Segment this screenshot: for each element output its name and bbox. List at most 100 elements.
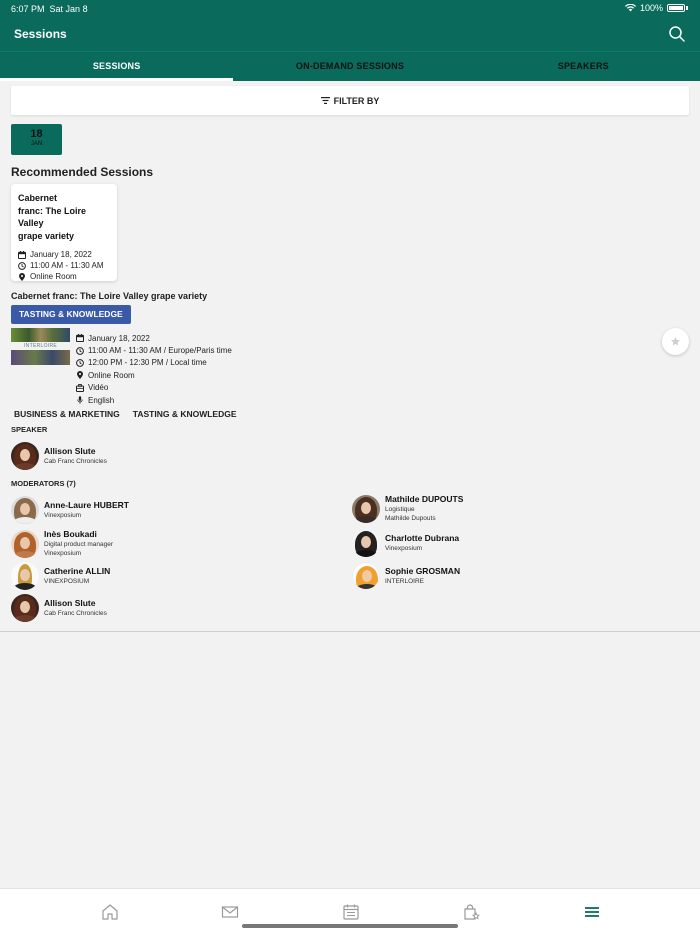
person-line1: Vinexposium — [44, 512, 82, 519]
session-location-text: Online Room — [88, 370, 135, 380]
status-date: Sat Jan 8 — [49, 4, 88, 14]
page-title: Sessions — [14, 27, 67, 41]
session-details: January 18, 2022 11:00 AM - 11:30 AM / E… — [76, 332, 232, 406]
recommended-session-card[interactable]: Cabernet franc: The Loire Valley grape v… — [11, 184, 117, 281]
app-header: Sessions — [0, 18, 700, 51]
moderator-ines-boukadi[interactable]: Inès Boukadi Digital product manager Vin… — [11, 529, 113, 558]
calendar-icon — [76, 334, 84, 343]
track-badge[interactable]: TASTING & KNOWLEDGE — [11, 305, 131, 324]
star-icon — [670, 336, 681, 346]
person-line2: Mathilde Dupouts — [385, 515, 436, 522]
person-line1: Cab Franc Chronicles — [44, 610, 107, 617]
briefcase-icon — [76, 383, 84, 392]
avatar — [11, 529, 39, 558]
clock-icon — [76, 359, 84, 367]
microphone-icon — [77, 396, 83, 404]
tab-sessions[interactable]: SESSIONS — [0, 52, 234, 81]
person-info: Allison Slute Cab Franc Chronicles — [44, 446, 107, 466]
tab-bar: SESSIONS ON-DEMAND SESSIONS SPEAKERS — [0, 51, 700, 81]
filter-by-button[interactable]: FILTER BY — [11, 86, 689, 115]
status-clock: 6:07 PM — [11, 4, 45, 14]
home-icon[interactable] — [101, 903, 119, 921]
tab-speakers[interactable]: SPEAKERS — [467, 52, 700, 81]
avatar — [11, 562, 39, 590]
rec-card-time: 11:00 AM - 11:30 AM — [18, 261, 110, 270]
session-format-text: Vidéo — [88, 383, 109, 393]
person-name: Inès Boukadi — [44, 529, 97, 539]
calendar-icon[interactable] — [342, 903, 360, 921]
person-org: Cab Franc Chronicles — [44, 458, 107, 465]
moderator-mathilde-dupouts[interactable]: Mathilde DUPOUTS Logistique Mathilde Dup… — [352, 494, 463, 523]
date-month: JAN — [30, 141, 43, 147]
date-chip[interactable]: 18 JAN — [11, 124, 62, 155]
search-icon[interactable] — [668, 25, 686, 43]
rec-card-location: Online Room — [18, 272, 110, 281]
rec-card-time-text: 11:00 AM - 11:30 AM — [30, 261, 104, 270]
tag-business-marketing[interactable]: BUSINESS & MARKETING — [14, 409, 120, 419]
location-pin-icon — [77, 371, 83, 380]
moderator-charlotte-dubrana[interactable]: Charlotte Dubrana Vinexposium — [352, 529, 459, 557]
moderator-anne-laure-hubert[interactable]: Anne-Laure HUBERT Vinexposium — [11, 496, 129, 524]
location-pin-icon — [19, 272, 25, 281]
avatar — [352, 562, 380, 590]
moderator-allison-slute[interactable]: Allison Slute Cab Franc Chronicles — [11, 594, 107, 622]
person-name: Allison Slute — [44, 598, 96, 608]
avatar — [352, 529, 380, 557]
wifi-icon — [624, 4, 636, 12]
moderator-sophie-grosman[interactable]: Sophie GROSMAN INTERLOIRE — [352, 562, 460, 590]
clock-icon — [18, 261, 26, 270]
person-name: Catherine ALLIN — [44, 566, 111, 576]
status-indicators: 100% — [624, 3, 688, 13]
menu-icon[interactable] — [583, 903, 601, 921]
person-name: Allison Slute — [44, 446, 96, 456]
rec-card-title-line: grape variety — [18, 230, 75, 241]
home-indicator — [242, 924, 458, 928]
bag-star-icon[interactable] — [462, 903, 480, 921]
tab-on-demand-sessions[interactable]: ON-DEMAND SESSIONS — [233, 52, 466, 81]
person-line1: Logistique — [385, 506, 415, 513]
person-info: Sophie GROSMAN INTERLOIRE — [385, 566, 460, 586]
battery-icon — [667, 4, 685, 12]
person-name: Charlotte Dubrana — [385, 533, 460, 543]
thumb-vineyard-bottom — [11, 350, 70, 365]
tag-tasting-knowledge[interactable]: TASTING & KNOWLEDGE — [133, 409, 237, 419]
person-line1: VINEXPOSIUM — [44, 578, 90, 585]
content-divider — [0, 631, 700, 632]
session-location: Online Room — [76, 369, 232, 381]
status-time: 6:07 PM Sat Jan 8 — [11, 4, 88, 14]
battery-percent: 100% — [639, 3, 663, 13]
person-info: Allison Slute Cab Franc Chronicles — [44, 598, 107, 618]
rec-card-title-line: Cabernet — [18, 193, 58, 203]
session-date-text: January 18, 2022 — [88, 333, 150, 343]
rec-card-date-text: January 18, 2022 — [30, 250, 92, 259]
clock-icon — [76, 346, 84, 355]
speaker-allison-slute[interactable]: Allison Slute Cab Franc Chronicles — [11, 442, 107, 470]
session-tags: BUSINESS & MARKETING TASTING & KNOWLEDGE — [14, 409, 237, 419]
filter-icon — [320, 97, 330, 104]
person-info: Charlotte Dubrana Vinexposium — [385, 533, 459, 553]
recommended-sessions-heading: Recommended Sessions — [11, 165, 154, 179]
date-day: 18 — [30, 128, 43, 140]
speaker-label: SPEAKER — [11, 425, 48, 434]
person-info: Mathilde DUPOUTS Logistique Mathilde Dup… — [385, 494, 463, 523]
moderators-label: MODERATORS (7) — [11, 479, 76, 488]
thumb-vineyard-top — [11, 328, 70, 342]
mail-icon[interactable] — [221, 903, 239, 921]
person-name: Mathilde DUPOUTS — [385, 494, 464, 504]
rec-card-date: January 18, 2022 — [18, 250, 110, 259]
favorite-button[interactable] — [662, 328, 689, 355]
moderator-catherine-allin[interactable]: Catherine ALLIN VINEXPOSIUM — [11, 562, 110, 590]
person-name: Anne-Laure HUBERT — [44, 500, 130, 510]
thumb-logo-text: INTERLOIRE — [11, 342, 70, 350]
session-thumbnail: INTERLOIRE — [11, 328, 70, 365]
session-title[interactable]: Cabernet franc: The Loire Valley grape v… — [11, 291, 207, 301]
session-format: Vidéo — [76, 382, 232, 394]
calendar-icon — [18, 250, 26, 259]
session-time-local-text: 12:00 PM - 12:30 PM / Local time — [88, 358, 207, 368]
person-info: Inès Boukadi Digital product manager Vin… — [44, 529, 113, 558]
person-line1: Vinexposium — [385, 545, 423, 552]
rec-card-location-text: Online Room — [30, 272, 77, 281]
person-line2: Vinexposium — [44, 550, 82, 557]
rec-card-details: January 18, 2022 11:00 AM - 11:30 AM Onl… — [18, 250, 110, 281]
session-language-text: English — [88, 395, 115, 405]
